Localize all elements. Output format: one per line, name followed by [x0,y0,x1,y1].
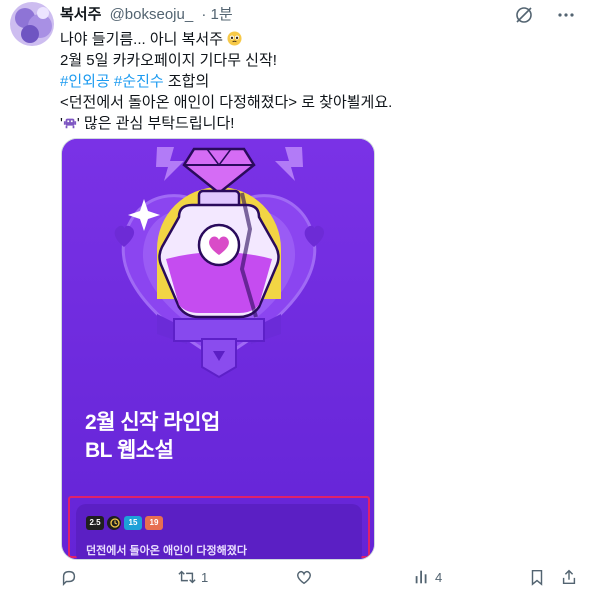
media-headline: 2월 신작 라인업 BL 웹소설 [85,409,220,465]
hashtag-link[interactable]: #순진수 [114,73,164,90]
avatar[interactable] [10,2,54,46]
bookmark-icon [528,568,546,586]
reply-button[interactable] [60,568,82,586]
headline-line-2: BL 웹소설 [85,439,174,462]
action-bar: 1 4 [60,568,580,590]
tweet: 복서주 @bokseoju_ · 1분 나야 들기름... 아니 복서주 2월 … [0,0,590,597]
highlighted-book-card: 2.5 15 19 던전에서 돌아온 애인이 다정해졌다 [68,496,370,559]
share-icon [560,568,578,586]
book-title: 던전에서 돌아온 애인이 다정해졌다 [86,545,247,557]
age-badge-15: 15 [124,516,142,530]
bookmark-button[interactable] [528,568,546,586]
more-icon[interactable] [556,5,576,25]
top-actions [514,5,576,25]
tweet-line-1: 나야 들기름... 아니 복서주 [60,31,224,48]
views-icon [413,568,431,586]
hashtag-link[interactable]: #인외공 [60,73,110,90]
author-handle[interactable]: @bokseoju_ [110,6,194,23]
alien-monster-emoji [63,115,77,132]
tweet-line-2: 2월 5일 카카오페이지 기다무 신작! [60,52,277,69]
retweet-count: 1 [201,569,209,585]
wait-free-badge [107,516,121,530]
tweet-line-4: <던전에서 돌아온 애인이 다정해졌다> 로 찾아뵐게요. [60,94,393,111]
media-image[interactable]: 2월 신작 라인업 BL 웹소설 2.5 15 19 던전에서 돌아온 애인이 … [61,138,375,560]
headline-line-1: 2월 신작 라인업 [85,411,220,434]
badge-row: 2.5 15 19 [86,516,163,530]
reply-icon [60,568,78,586]
tweet-line-3: 조합의 [163,73,210,90]
grok-icon[interactable] [514,5,534,25]
pleading-face-emoji [227,31,242,48]
author-name[interactable]: 복서주 [60,6,101,23]
share-button[interactable] [560,568,578,586]
heart-icon [295,568,313,586]
version-badge: 2.5 [86,516,104,530]
tweet-line-5: ' 많은 관심 부탁드립니다! [76,115,235,132]
tweet-header: 복서주 @bokseoju_ · 1분 [60,5,233,25]
retweet-button[interactable]: 1 [177,568,208,586]
retweet-icon [177,568,197,586]
timestamp[interactable]: · 1분 [201,6,232,23]
age-badge-19: 19 [145,516,163,530]
book-card: 2.5 15 19 던전에서 돌아온 애인이 다정해졌다 [76,504,362,559]
like-button[interactable] [295,568,317,586]
tweet-text: 나야 들기름... 아니 복서주 2월 5일 카카오페이지 기다무 신작! #인… [60,29,565,134]
views-count: 4 [435,569,443,585]
views-button[interactable]: 4 [413,568,442,586]
